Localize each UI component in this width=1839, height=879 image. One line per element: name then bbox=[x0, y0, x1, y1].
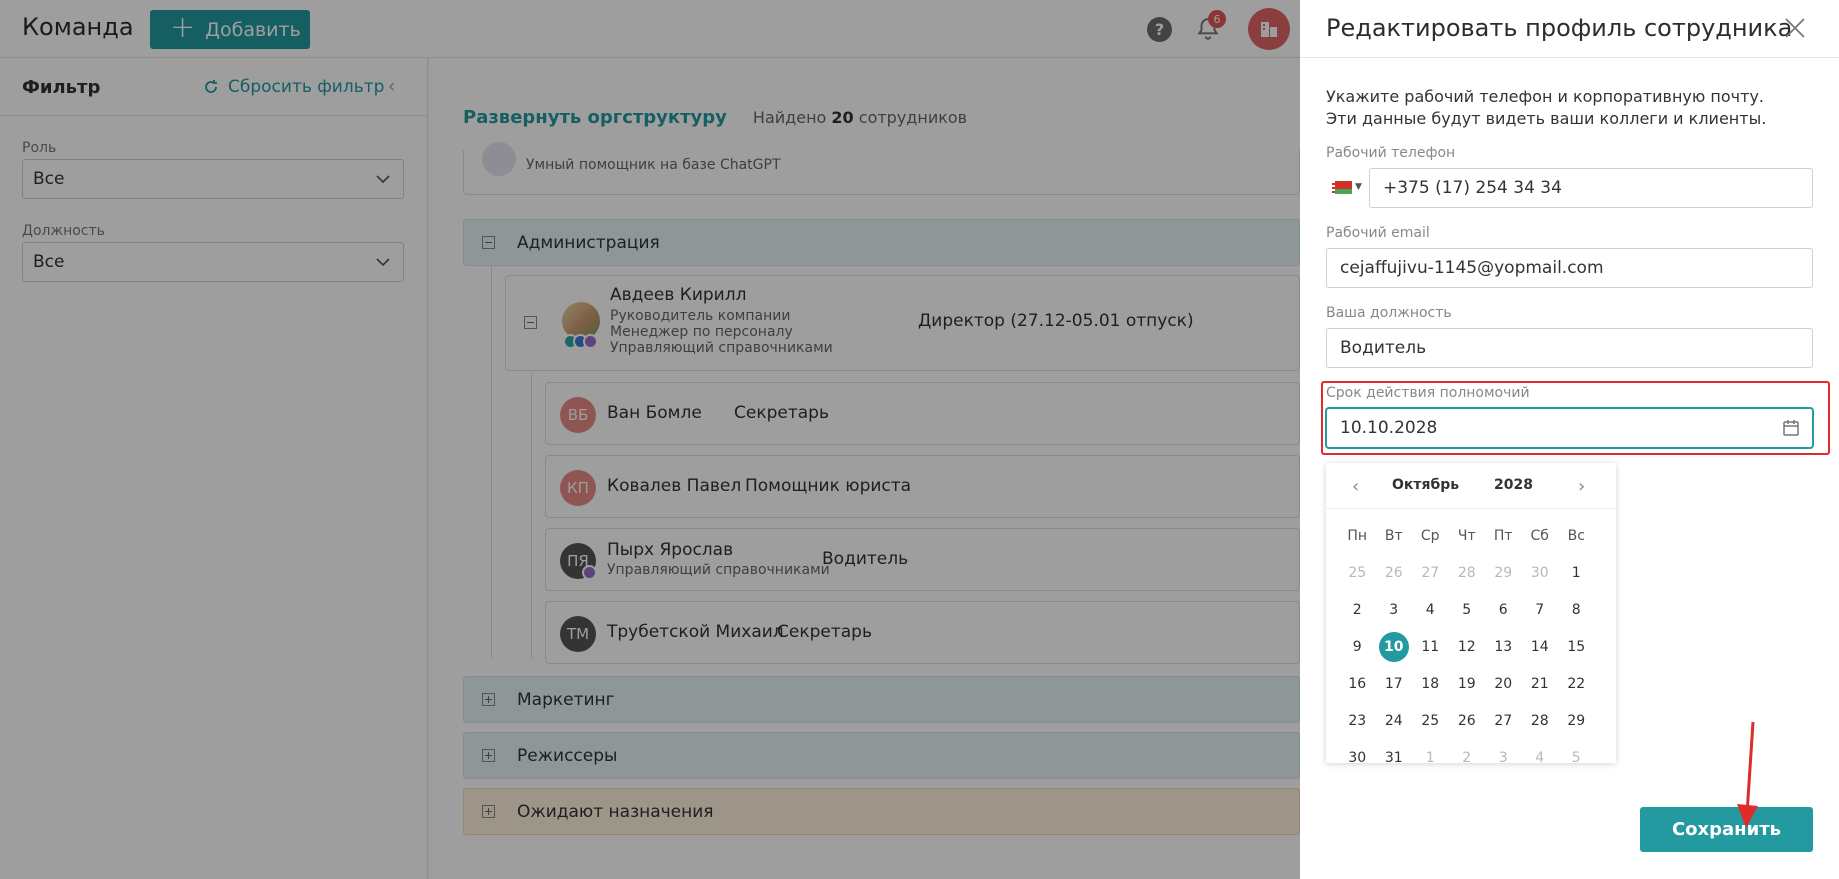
calendar-grid: Пн Вт Ср Чт Пт Сб Вс 25 26 27 28 29 30 1 2 3 4 5 6 7 8 9 10 11 1… bbox=[1339, 517, 1595, 776]
country-code-select[interactable]: ▼ bbox=[1332, 177, 1368, 197]
panel-header: Редактировать профиль сотрудника bbox=[1300, 0, 1839, 58]
calendar-day[interactable]: 1 bbox=[1558, 554, 1595, 591]
calendar-day[interactable]: 4 bbox=[1412, 591, 1449, 628]
calendar-day-other-month[interactable]: 5 bbox=[1558, 739, 1595, 776]
calendar-header: ‹ Октябрь 2028 › bbox=[1326, 463, 1616, 509]
email-input[interactable]: cejaffujivu-1145@yopmail.com bbox=[1326, 248, 1813, 288]
calendar-day[interactable]: 6 bbox=[1485, 591, 1522, 628]
calendar-day-other-month[interactable]: 1 bbox=[1412, 739, 1449, 776]
weekday-label: Пн bbox=[1347, 527, 1368, 544]
calendar-day[interactable]: 22 bbox=[1558, 665, 1595, 702]
calendar-day[interactable]: 3 bbox=[1376, 591, 1413, 628]
modal-backdrop[interactable] bbox=[0, 0, 1300, 879]
close-icon[interactable] bbox=[1782, 15, 1808, 41]
calendar-day[interactable]: 8 bbox=[1558, 591, 1595, 628]
panel-title: Редактировать профиль сотрудника bbox=[1326, 14, 1793, 42]
calendar-day[interactable]: 27 bbox=[1485, 702, 1522, 739]
weekday-label: Ср bbox=[1420, 527, 1440, 544]
weekday-label: Вт bbox=[1384, 527, 1403, 544]
calendar-day[interactable]: 29 bbox=[1558, 702, 1595, 739]
calendar-year[interactable]: 2028 bbox=[1494, 477, 1533, 493]
calendar-day-other-month[interactable]: 25 bbox=[1339, 554, 1376, 591]
calendar-day[interactable]: 16 bbox=[1339, 665, 1376, 702]
calendar-day[interactable]: 21 bbox=[1522, 665, 1559, 702]
calendar-day-other-month[interactable]: 28 bbox=[1449, 554, 1486, 591]
calendar-day[interactable]: 19 bbox=[1449, 665, 1486, 702]
calendar-day[interactable]: 2 bbox=[1339, 591, 1376, 628]
caret-down-icon: ▼ bbox=[1355, 182, 1362, 192]
calendar-day[interactable]: 26 bbox=[1449, 702, 1486, 739]
calendar-day[interactable]: 24 bbox=[1376, 702, 1413, 739]
calendar-day[interactable]: 28 bbox=[1522, 702, 1559, 739]
calendar-day[interactable]: 20 bbox=[1485, 665, 1522, 702]
calendar-day-other-month[interactable]: 3 bbox=[1485, 739, 1522, 776]
job-position-label: Ваша должность bbox=[1326, 305, 1452, 321]
calendar-day[interactable]: 18 bbox=[1412, 665, 1449, 702]
calendar-day-other-month[interactable]: 4 bbox=[1522, 739, 1559, 776]
weekday-label: Пт bbox=[1493, 527, 1513, 544]
prev-month-icon[interactable]: ‹ bbox=[1352, 476, 1359, 497]
job-position-input[interactable]: Водитель bbox=[1326, 328, 1813, 368]
calendar-day[interactable]: 13 bbox=[1485, 628, 1522, 665]
calendar-day-other-month[interactable]: 26 bbox=[1376, 554, 1413, 591]
calendar-day[interactable]: 15 bbox=[1558, 628, 1595, 665]
weekday-label: Чт bbox=[1457, 527, 1476, 544]
calendar-day[interactable]: 17 bbox=[1376, 665, 1413, 702]
calendar-day[interactable]: 25 bbox=[1412, 702, 1449, 739]
calendar-day[interactable]: 9 bbox=[1339, 628, 1376, 665]
panel-description: Укажите рабочий телефон и корпоративную … bbox=[1326, 87, 1767, 128]
calendar-day-other-month[interactable]: 2 bbox=[1449, 739, 1486, 776]
email-label: Рабочий email bbox=[1326, 225, 1430, 241]
calendar-icon[interactable] bbox=[1782, 419, 1800, 437]
term-date-input[interactable]: 10.10.2028 bbox=[1326, 408, 1813, 448]
calendar-day[interactable]: 14 bbox=[1522, 628, 1559, 665]
calendar-day-selected[interactable]: 10 bbox=[1376, 628, 1413, 665]
term-label: Срок действия полномочий bbox=[1326, 385, 1530, 401]
calendar-day[interactable]: 30 bbox=[1339, 739, 1376, 776]
phone-label: Рабочий телефон bbox=[1326, 145, 1456, 161]
annotation-arrow bbox=[1737, 721, 1758, 828]
next-month-icon[interactable]: › bbox=[1578, 476, 1585, 497]
weekday-label: Вс bbox=[1567, 527, 1585, 544]
calendar-day[interactable]: 11 bbox=[1412, 628, 1449, 665]
calendar-day-other-month[interactable]: 30 bbox=[1522, 554, 1559, 591]
calendar-day[interactable]: 5 bbox=[1449, 591, 1486, 628]
calendar-day[interactable]: 7 bbox=[1522, 591, 1559, 628]
calendar-day-other-month[interactable]: 27 bbox=[1412, 554, 1449, 591]
date-picker: ‹ Октябрь 2028 › Пн Вт Ср Чт Пт Сб Вс 25 26 27 28 2… bbox=[1326, 463, 1616, 766]
calendar-day[interactable]: 12 bbox=[1449, 628, 1486, 665]
term-date-value: 10.10.2028 bbox=[1340, 418, 1438, 438]
calendar-day-other-month[interactable]: 29 bbox=[1485, 554, 1522, 591]
weekday-label: Сб bbox=[1530, 527, 1549, 544]
calendar-day[interactable]: 31 bbox=[1376, 739, 1413, 776]
calendar-day[interactable]: 23 bbox=[1339, 702, 1376, 739]
belarus-flag-icon bbox=[1332, 180, 1352, 194]
calendar-month[interactable]: Октябрь bbox=[1392, 477, 1459, 493]
phone-input[interactable]: +375 (17) 254 34 34 bbox=[1369, 168, 1813, 208]
